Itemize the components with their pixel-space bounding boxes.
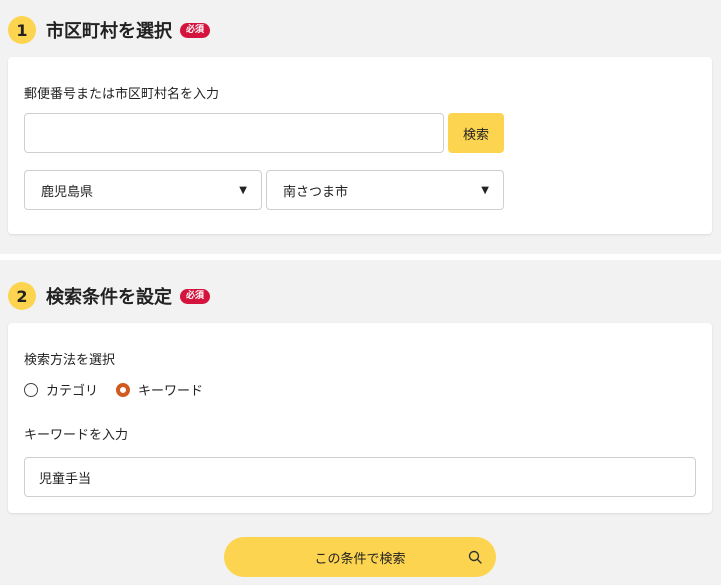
submit-search-label: この条件で検索 bbox=[314, 551, 406, 567]
search-button[interactable]: 検索 bbox=[448, 113, 504, 153]
postal-or-city-label: 郵便番号または市区町村名を入力 bbox=[24, 87, 220, 102]
search-method-radio-group: カテゴリ キーワード bbox=[24, 380, 221, 399]
keyword-label: キーワードを入力 bbox=[24, 428, 129, 443]
section-2-title: 検索条件を設定 bbox=[46, 287, 172, 308]
search-form-page: 1 市区町村を選択 必須 郵便番号または市区町村名を入力 検索 鹿児島県 ▼ 南… bbox=[0, 0, 721, 585]
step-number-2: 2 bbox=[8, 282, 36, 310]
search-icon bbox=[468, 550, 482, 564]
caret-down-icon: ▼ bbox=[481, 184, 489, 196]
keyword-input[interactable] bbox=[24, 457, 696, 497]
radio-keyword-label: キーワード bbox=[138, 384, 204, 399]
prefecture-value: 鹿児島県 bbox=[41, 184, 94, 200]
radio-category[interactable]: カテゴリ bbox=[24, 380, 98, 399]
section-2-header: 2 検索条件を設定 必須 bbox=[8, 281, 211, 311]
postal-or-city-input[interactable] bbox=[24, 113, 444, 153]
section-divider bbox=[0, 254, 721, 260]
radio-category-label: カテゴリ bbox=[46, 384, 99, 399]
radio-keyword[interactable]: キーワード bbox=[116, 380, 203, 399]
section-1-header: 1 市区町村を選択 必須 bbox=[8, 15, 211, 45]
prefecture-select[interactable]: 鹿児島県 ▼ bbox=[24, 170, 262, 210]
city-value: 南さつま市 bbox=[283, 184, 349, 200]
radio-checked-icon[interactable] bbox=[116, 382, 131, 397]
radio-unchecked-icon[interactable] bbox=[24, 382, 38, 397]
section-1-title: 市区町村を選択 bbox=[46, 21, 172, 42]
search-method-label: 検索方法を選択 bbox=[24, 353, 116, 368]
required-badge: 必須 bbox=[180, 288, 211, 304]
caret-down-icon: ▼ bbox=[239, 184, 247, 196]
city-select[interactable]: 南さつま市 ▼ bbox=[266, 170, 504, 210]
step-number-1: 1 bbox=[8, 16, 36, 44]
required-badge: 必須 bbox=[180, 22, 211, 38]
submit-search-button[interactable]: この条件で検索 bbox=[224, 537, 496, 577]
